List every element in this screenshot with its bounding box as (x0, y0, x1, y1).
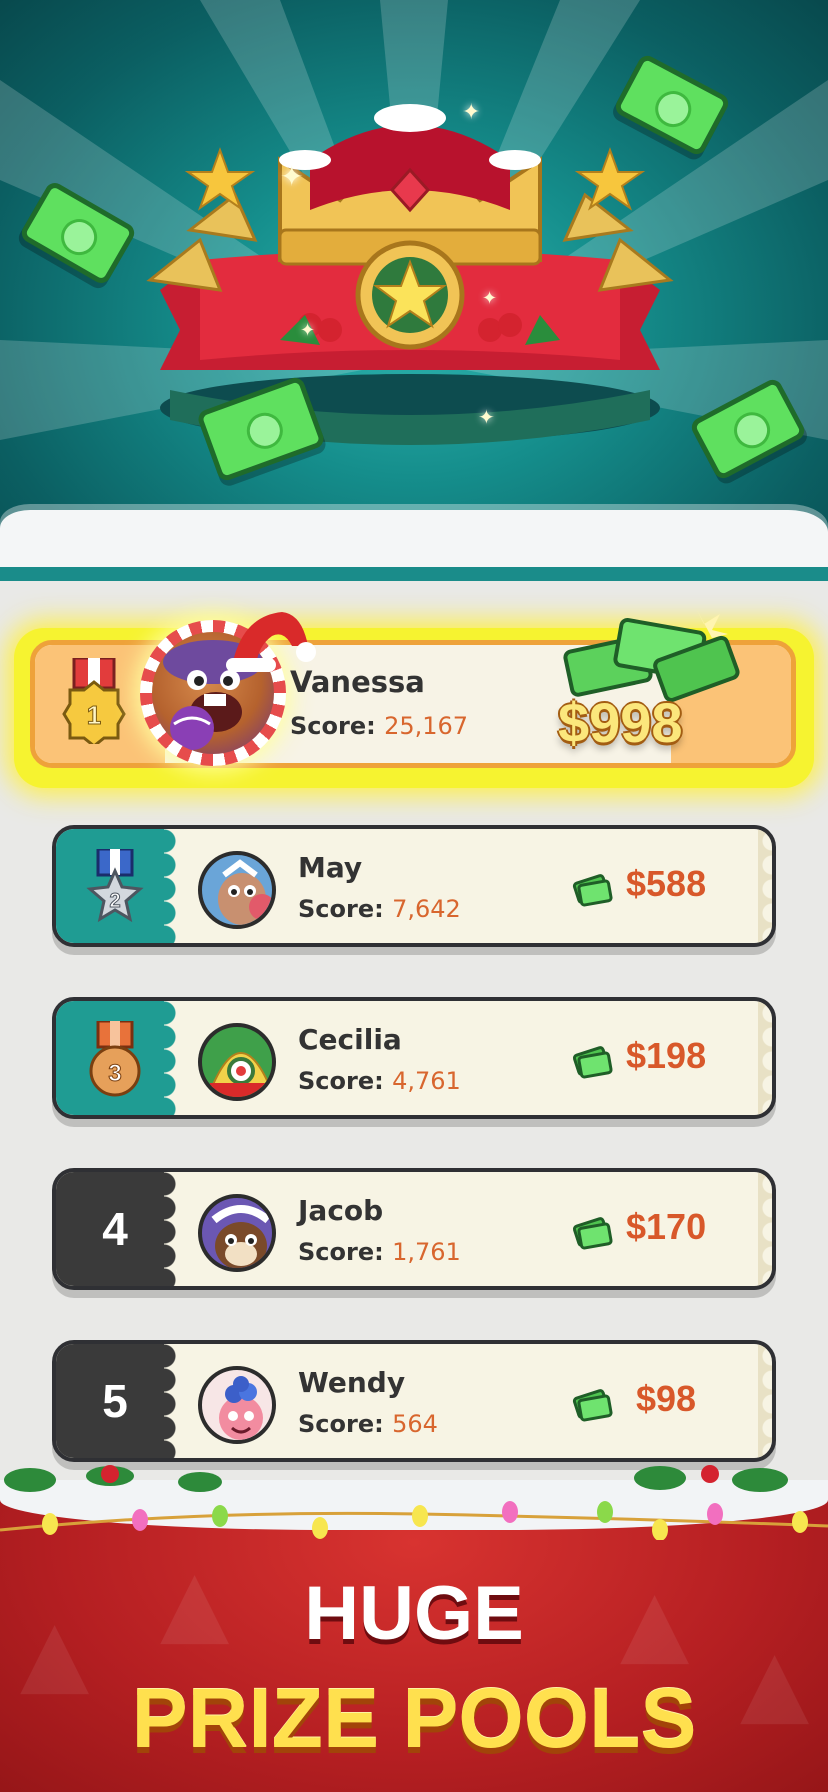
score-value: 1,761 (392, 1238, 461, 1266)
score-label: Score: (298, 1067, 384, 1095)
bronze-medal-icon: 3 (89, 1021, 141, 1097)
promo-headline-line2: PRIZE POOLS (131, 1671, 697, 1765)
cash-icon (572, 1046, 613, 1079)
rank-number: 1 (87, 700, 101, 730)
prize-amount: $588 (626, 863, 707, 904)
player-name: Cecilia (298, 1023, 402, 1056)
hero-banner: ✦ ✦ ✦ ✦ ✦ (0, 0, 828, 580)
cash-icon (572, 1217, 613, 1250)
sparkle-icon: ✦ (482, 288, 498, 309)
prize-amount: $170 (626, 1206, 707, 1247)
score-value: 7,642 (392, 895, 461, 923)
cash-icon (572, 1389, 613, 1422)
prize-amount: $198 (626, 1035, 707, 1076)
cash-icon (572, 874, 613, 907)
player-name: Jacob (298, 1194, 384, 1227)
player-name: Wendy (298, 1366, 406, 1399)
score-value: 564 (392, 1410, 438, 1438)
avatar[interactable] (198, 851, 276, 929)
score-label: Score: (298, 1410, 384, 1438)
crown-trophy-icon (146, 104, 674, 445)
avatar[interactable] (198, 1023, 276, 1101)
leaderboard-row-2[interactable]: 2 May Score: 7,642 $588 (52, 825, 776, 947)
player-score: Score: 7,642 (298, 895, 461, 923)
divider-strip (0, 567, 828, 581)
score-value: 25,167 (384, 712, 469, 740)
player-name: Vanessa (290, 665, 425, 699)
score-value: 4,761 (392, 1067, 461, 1095)
sparkle-icon: ✦ (280, 160, 304, 193)
garland-lights-icon (0, 1465, 828, 1540)
leaderboard-row-5[interactable]: 5 Wendy Score: 564 $98 (52, 1340, 776, 1462)
player-score: Score: 25,167 (290, 712, 468, 740)
snow-divider (0, 510, 828, 570)
player-name: May (298, 851, 363, 884)
player-score: Score: 4,761 (298, 1067, 461, 1095)
score-label: Score: (290, 712, 376, 740)
prize-amount: $98 (636, 1378, 697, 1419)
sparkle-icon: ✦ (478, 405, 495, 429)
sparkle-icon: ✦ (462, 100, 481, 125)
player-score: Score: 1,761 (298, 1238, 461, 1266)
promo-headline-line1: HUGE (304, 1571, 524, 1656)
rank-number: 2 (109, 890, 120, 912)
rank-number: 3 (108, 1060, 121, 1087)
score-label: Score: (298, 1238, 384, 1266)
sparkle-icon: ✦ (300, 320, 316, 341)
score-label: Score: (298, 895, 384, 923)
prize-amount: $998 (558, 691, 683, 754)
gold-medal-icon: 1 (62, 658, 126, 744)
avatar[interactable] (198, 1194, 276, 1272)
player-score: Score: 564 (298, 1410, 438, 1438)
silver-medal-icon: 2 (86, 849, 144, 923)
avatar[interactable] (198, 1366, 276, 1444)
leaderboard-row-4[interactable]: 4 Jacob Score: 1,761 $170 (52, 1168, 776, 1290)
rank-number: 5 (102, 1375, 128, 1427)
leaderboard-row-3[interactable]: 3 Cecilia Score: 4,761 $198 (52, 997, 776, 1119)
rank-number: 4 (102, 1203, 128, 1255)
